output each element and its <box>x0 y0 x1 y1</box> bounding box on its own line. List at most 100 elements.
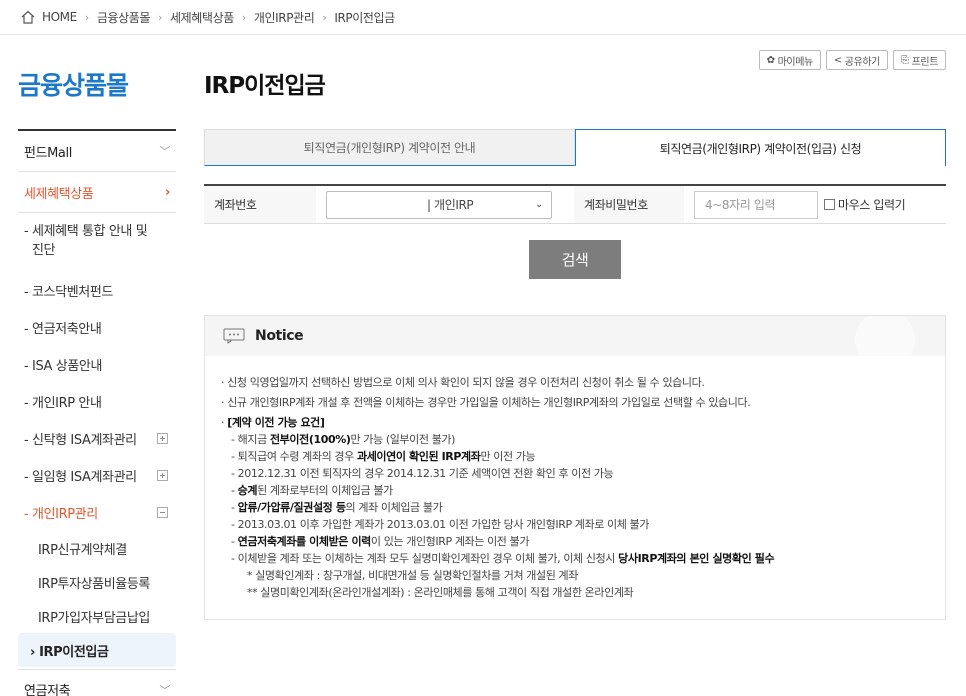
tool-label: 프린트 <box>911 56 939 68</box>
minus-icon[interactable] <box>157 507 168 518</box>
account-label: 계좌번호 <box>204 186 316 223</box>
t: 의 계좌 이체입금 불가 <box>345 501 443 514</box>
chevron-down-icon: ﹀ <box>159 145 170 158</box>
crumb-mall[interactable]: 금융상품몰 <box>97 9 151 26</box>
sidebar-sub-label: - 신탁형 ISA계좌관리 <box>24 433 137 448</box>
sidebar-item-tax[interactable]: 세제혜택상품 › <box>18 172 176 213</box>
print-button[interactable]: ⎘ 프린트 <box>892 50 946 70</box>
sidebar-sub-label: 진단 <box>32 243 56 258</box>
notice-footnote: * 실명확인계좌 : 창구개설, 비대면개설 등 실명확인절차를 거쳐 개설된 … <box>247 569 578 582</box>
mouse-input-checkbox[interactable]: 마우스 입력기 <box>824 196 906 213</box>
sidebar: 펀드Mall ﹀ 세제혜택상품 › - 세제혜택 통합 안내 및 진단 - 코스… <box>18 129 176 696</box>
notice-line: · [계약 이전 가능 요건] <box>221 416 325 429</box>
sidebar-sub3-payment[interactable]: IRP가입자부담금납입 <box>18 599 176 633</box>
t: - 퇴직급여 수령 계좌의 경우 <box>231 450 357 463</box>
t: 전부이전(100%) <box>269 433 351 446</box>
notice-body: · 신청 익영업일까지 선택하신 방법으로 이체 의사 확인이 되지 않을 경우… <box>205 356 945 601</box>
sidebar-sub-label: - 연금저축안내 <box>24 322 102 337</box>
chevron-down-icon: ⌄ <box>535 199 543 210</box>
home-icon[interactable] <box>20 9 36 25</box>
sidebar-sub3-new[interactable]: IRP신규계약체결 <box>18 531 176 565</box>
sidebar-item-fund[interactable]: 펀드Mall ﹀ <box>18 131 176 172</box>
t: 만 가능 (일부이전 불가) <box>350 433 456 446</box>
sidebar-sub3-transfer[interactable]: › IRP이전입금 <box>18 633 176 667</box>
t: 된 계좌로부터의 이체입금 불가 <box>257 484 393 497</box>
print-icon: ⎘ <box>900 54 909 66</box>
account-select[interactable]: | 개인IRP ⌄ <box>326 190 552 219</box>
notice-item: - 연금저축계좌를 이체받은 이력이 있는 개인형IRP 계좌는 이전 불가 <box>221 533 945 550</box>
plus-icon[interactable] <box>157 433 168 444</box>
chevron-right-icon: › <box>84 10 89 24</box>
t: 연금저축계좌를 이체받은 이력 <box>237 535 372 548</box>
notice-item: - 압류/가압류/질권설정 등의 계좌 이체입금 불가 <box>221 499 945 516</box>
notice-item: - 2012.12.31 이전 퇴직자의 경우 2014.12.31 기준 세액… <box>231 467 614 480</box>
notice-footnote: ** 실명미확인계좌(온라인개설계좌) : 온라인매체를 통해 고객이 직접 개… <box>247 586 634 599</box>
speech-bubble-icon <box>223 328 245 344</box>
sidebar-sub-label: - 개인IRP관리 <box>24 507 98 522</box>
t: - <box>231 501 238 514</box>
search-form: 계좌번호 | 개인IRP ⌄ 계좌비밀번호 4~8자리 입력 마우스 입력기 <box>204 184 946 224</box>
password-input[interactable]: 4~8자리 입력 <box>694 190 818 219</box>
t: 승계 <box>237 484 258 497</box>
notice-box: Notice · 신청 익영업일까지 선택하신 방법으로 이체 의사 확인이 되… <box>204 315 946 620</box>
sidebar-sub-label: - 일임형 ISA계좌관리 <box>24 470 137 485</box>
plus-icon[interactable] <box>157 470 168 481</box>
crumb-tax[interactable]: 세제혜택상품 <box>170 9 234 26</box>
sidebar-sub-irp-guide[interactable]: - 개인IRP 안내 <box>18 383 176 420</box>
sidebar-sub-isa[interactable]: - ISA 상품안내 <box>18 346 176 383</box>
sidebar-sub-label: - 개인IRP 안내 <box>24 396 102 411</box>
toolbar: ✿ 마이메뉴 < 공유하기 ⎘ 프린트 <box>758 50 946 70</box>
my-menu-button[interactable]: ✿ 마이메뉴 <box>758 50 821 70</box>
sidebar-sub-tax-guide-2[interactable]: 진단 <box>18 239 176 258</box>
notice-header: Notice <box>205 316 945 356</box>
search-button[interactable]: 검색 <box>529 240 621 279</box>
sidebar-sub-trust-isa[interactable]: - 신탁형 ISA계좌관리 <box>18 420 176 457</box>
sidebar-sub-label: - 세제혜택 통합 안내 및 <box>24 224 148 239</box>
notice-line: · 신규 개인형IRP계좌 개설 후 전액을 이체하는 경우만 가입일을 이체하… <box>221 396 751 409</box>
notice-line: · 신청 익영업일까지 선택하신 방법으로 이체 의사 확인이 되지 않을 경우… <box>221 376 705 389</box>
notice-item: - 2013.03.01 이후 가입한 계좌가 2013.03.01 이전 가입… <box>231 518 650 531</box>
mouse-input-label: 마우스 입력기 <box>838 198 906 212</box>
notice-item: - 이체받을 계좌 또는 이체하는 계좌 모두 실명미확인계좌인 경우 이체 불… <box>221 550 945 567</box>
account-select-value: | 개인IRP <box>427 198 474 212</box>
sidebar-item-label: 펀드Mall <box>24 145 72 161</box>
t: - <box>231 484 238 497</box>
chevron-right-icon: › <box>322 10 327 24</box>
sidebar-sub-irp-manage[interactable]: - 개인IRP관리 <box>18 494 176 531</box>
t: 만 이전 가능 <box>480 450 536 463</box>
sidebar-title: 금융상품몰 <box>18 71 129 100</box>
t: 과세이연이 확인된 IRP계좌 <box>356 450 481 463</box>
page-title: IRP이전입금 <box>204 73 326 99</box>
t: 이 있는 개인형IRP 계좌는 이전 불가 <box>370 535 530 548</box>
password-label: 계좌비밀번호 <box>574 186 684 223</box>
chevron-down-icon: ﹀ <box>159 683 170 696</box>
t: - 해지금 <box>231 433 270 446</box>
tab-transfer-guide[interactable]: 퇴직연금(개인형IRP) 계약이전 안내 <box>204 129 575 166</box>
gear-icon: ✿ <box>766 54 775 66</box>
crumb-current: IRP이전입금 <box>334 10 395 25</box>
t: 당사IRP계좌의 본인 실명확인 필수 <box>618 552 775 565</box>
sidebar-sub-tax-guide[interactable]: - 세제혜택 통합 안내 및 <box>18 220 176 239</box>
notice-item: - 퇴직급여 수령 계좌의 경우 과세이연이 확인된 IRP계좌만 이전 가능 <box>221 448 945 465</box>
tab-transfer-apply[interactable]: 퇴직연금(개인형IRP) 계약이전(입금) 신청 <box>575 129 946 166</box>
chevron-right-icon: › <box>165 184 170 200</box>
sidebar-sub-label: - 코스닥벤처펀드 <box>24 285 113 300</box>
sidebar-sub-kosdaq[interactable]: - 코스닥벤처펀드 <box>18 272 176 309</box>
notice-title: Notice <box>255 328 304 344</box>
notice-item: - 승계된 계좌로부터의 이체입금 불가 <box>221 482 945 499</box>
decoration <box>855 316 915 356</box>
crumb-home[interactable]: HOME <box>42 10 77 24</box>
sidebar-sub-pension[interactable]: - 연금저축안내 <box>18 309 176 346</box>
t: - 이체받을 계좌 또는 이체하는 계좌 모두 실명미확인계좌인 경우 이체 불… <box>231 552 619 565</box>
notice-item: - 해지금 전부이전(100%)만 가능 (일부이전 불가) <box>221 431 945 448</box>
chevron-right-icon: › <box>158 10 163 24</box>
crumb-irp[interactable]: 개인IRP관리 <box>254 9 315 26</box>
sidebar-sub-discretion-isa[interactable]: - 일임형 ISA계좌관리 <box>18 457 176 494</box>
checkbox-icon[interactable] <box>824 199 835 210</box>
share-icon: < <box>833 54 842 66</box>
tab-bar: 퇴직연금(개인형IRP) 계약이전 안내 퇴직연금(개인형IRP) 계약이전(입… <box>204 129 946 166</box>
chevron-right-icon: › <box>241 10 246 24</box>
share-button[interactable]: < 공유하기 <box>825 50 888 70</box>
sidebar-item-pension-savings[interactable]: 연금저축 ﹀ <box>18 669 176 696</box>
sidebar-sub3-ratio[interactable]: IRP투자상품비율등록 <box>18 565 176 599</box>
